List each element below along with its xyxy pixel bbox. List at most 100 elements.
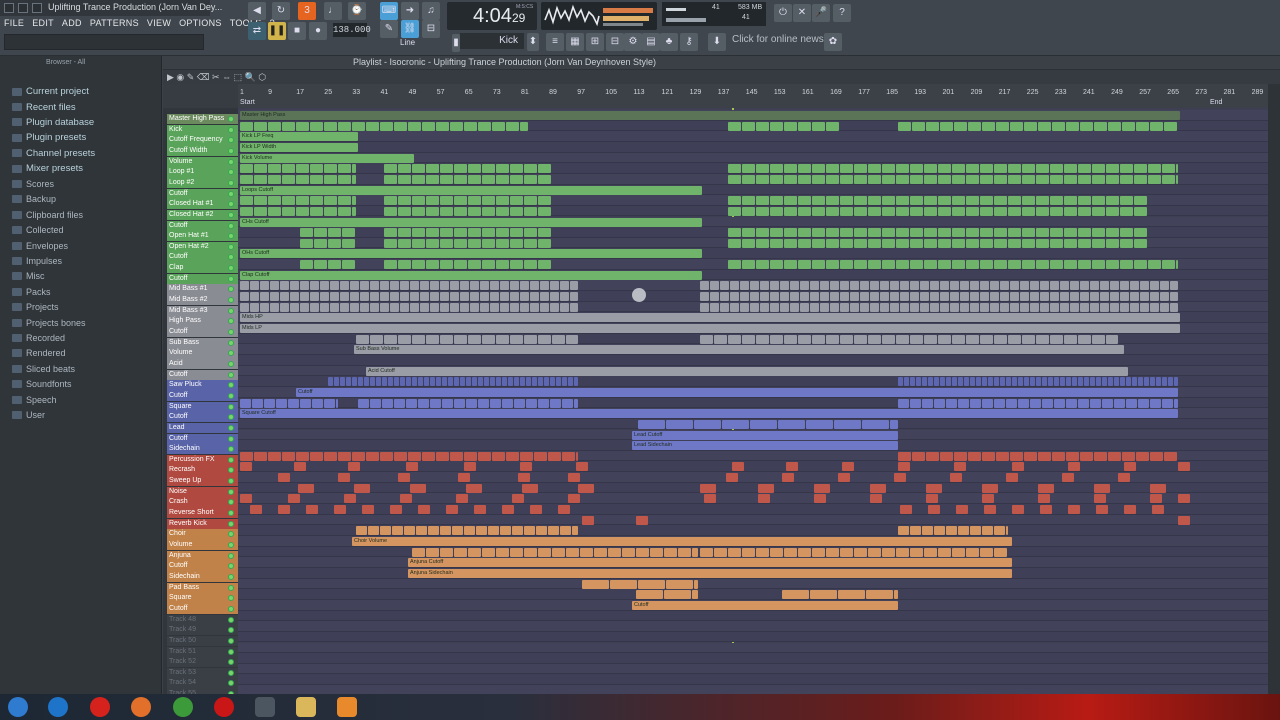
pattern-clip[interactable] (490, 302, 499, 312)
pattern-clip[interactable] (508, 377, 513, 387)
menu-edit[interactable]: EDIT (32, 18, 54, 30)
pattern-clip[interactable] (512, 494, 524, 504)
pattern-clip[interactable] (814, 483, 830, 493)
pattern-clip[interactable] (1150, 281, 1159, 291)
pattern-clip[interactable] (854, 547, 867, 557)
pattern-clip[interactable] (912, 121, 925, 131)
pattern-clip[interactable] (854, 260, 867, 270)
pattern-clip[interactable] (1024, 121, 1037, 131)
track-lane[interactable] (238, 461, 1268, 473)
track-mute-led[interactable] (228, 147, 234, 154)
pattern-clip[interactable] (610, 579, 637, 589)
pattern-clip[interactable] (482, 228, 495, 238)
pattern-clip[interactable] (722, 419, 749, 429)
pattern-clip[interactable] (356, 526, 367, 536)
pattern-clip[interactable] (882, 260, 895, 270)
track-header[interactable]: Mid Bass #2 (167, 295, 238, 306)
pattern-clip[interactable] (502, 398, 513, 408)
pattern-clip[interactable] (1078, 196, 1091, 206)
pattern-menu-icon[interactable]: ⬍ (527, 33, 539, 51)
pattern-clip[interactable] (566, 334, 578, 344)
pattern-clip[interactable]: Acid Cutoff (366, 366, 1128, 376)
track-header[interactable]: Sidechain (167, 571, 238, 583)
pattern-clip[interactable] (300, 281, 309, 291)
pattern-clip[interactable] (1124, 505, 1136, 515)
pattern-clip[interactable] (1030, 377, 1035, 387)
pattern-clip[interactable] (990, 302, 999, 312)
pattern-clip[interactable] (1096, 377, 1101, 387)
pattern-clip[interactable] (474, 505, 486, 515)
track-header[interactable]: Cutoff (167, 188, 238, 199)
pattern-clip[interactable] (1102, 398, 1113, 408)
pattern-clip[interactable] (726, 473, 738, 483)
pattern-clip[interactable] (506, 121, 519, 131)
pattern-clip[interactable] (814, 494, 826, 504)
pattern-clip[interactable] (380, 121, 393, 131)
pattern-clip[interactable] (1134, 196, 1147, 206)
pattern-clip[interactable] (496, 260, 509, 270)
pattern-clip[interactable] (1094, 451, 1107, 461)
pattern-clip[interactable] (388, 377, 393, 387)
pattern-clip[interactable] (562, 451, 575, 461)
pattern-clip[interactable] (870, 302, 879, 312)
pattern-clip[interactable] (1120, 260, 1133, 270)
pattern-clip[interactable] (952, 238, 965, 248)
pattern-clip[interactable] (798, 174, 811, 184)
news-icon[interactable]: ✿ (824, 33, 842, 51)
browser-item[interactable]: Recent files (0, 99, 161, 114)
pattern-clip[interactable] (466, 398, 477, 408)
pattern-clip[interactable] (324, 206, 337, 216)
pattern-clip[interactable] (854, 196, 867, 206)
pattern-clip[interactable] (352, 121, 365, 131)
pattern-clip[interactable] (506, 451, 519, 461)
pattern-clip[interactable] (840, 281, 849, 291)
pattern-clip[interactable] (398, 334, 411, 344)
pattern-clip[interactable] (278, 473, 290, 483)
pattern-clip[interactable] (1012, 505, 1024, 515)
pattern-clip[interactable] (1160, 302, 1169, 312)
pattern-clip[interactable] (954, 451, 967, 461)
pattern-clip[interactable] (924, 260, 937, 270)
pattern-clip[interactable] (1000, 377, 1005, 387)
pattern-clip[interactable] (354, 483, 370, 493)
pattern-clip[interactable] (928, 377, 933, 387)
pattern-clip[interactable] (756, 547, 769, 557)
pattern-clip[interactable] (426, 238, 439, 248)
pattern-clip[interactable] (570, 281, 578, 291)
piano-roll-icon[interactable]: ▦ (566, 33, 584, 51)
online-news-link[interactable]: Click for online news (732, 34, 824, 45)
pattern-clip[interactable] (350, 292, 359, 302)
pattern-clip[interactable] (742, 228, 755, 238)
pattern-clip[interactable] (500, 526, 511, 536)
close-icon[interactable] (32, 3, 42, 13)
pattern-clip[interactable] (1100, 281, 1109, 291)
pattern-clip[interactable] (854, 334, 867, 344)
pattern-clip[interactable] (756, 206, 769, 216)
pattern-clip[interactable] (910, 228, 923, 238)
pattern-clip[interactable] (862, 419, 889, 429)
pattern-clip[interactable] (1010, 451, 1023, 461)
pattern-clip[interactable] (1162, 377, 1167, 387)
pattern-clip[interactable] (482, 334, 495, 344)
pattern-clip[interactable] (382, 377, 387, 387)
pattern-clip[interactable] (926, 494, 938, 504)
pattern-clip[interactable] (880, 292, 889, 302)
track-mute-led[interactable] (228, 179, 234, 186)
pattern-clip[interactable] (1064, 206, 1077, 216)
track-header[interactable]: Percussion FX (167, 454, 238, 466)
pattern-clip[interactable] (750, 281, 759, 291)
pattern-clip[interactable] (952, 334, 965, 344)
pattern-clip[interactable] (1078, 260, 1091, 270)
pattern-clip[interactable] (784, 121, 797, 131)
browser-item[interactable]: Impulses (0, 253, 161, 268)
pattern-clip[interactable] (370, 334, 383, 344)
pattern-clip[interactable] (426, 196, 439, 206)
pattern-clip[interactable] (938, 238, 951, 248)
pattern-clip[interactable] (1070, 281, 1079, 291)
pattern-clip[interactable] (556, 377, 561, 387)
pattern-clip[interactable] (310, 174, 323, 184)
browser-item[interactable]: Recorded (0, 330, 161, 345)
pattern-clip[interactable] (1090, 302, 1099, 312)
pattern-clip[interactable] (510, 260, 523, 270)
pattern-clip[interactable] (940, 292, 949, 302)
